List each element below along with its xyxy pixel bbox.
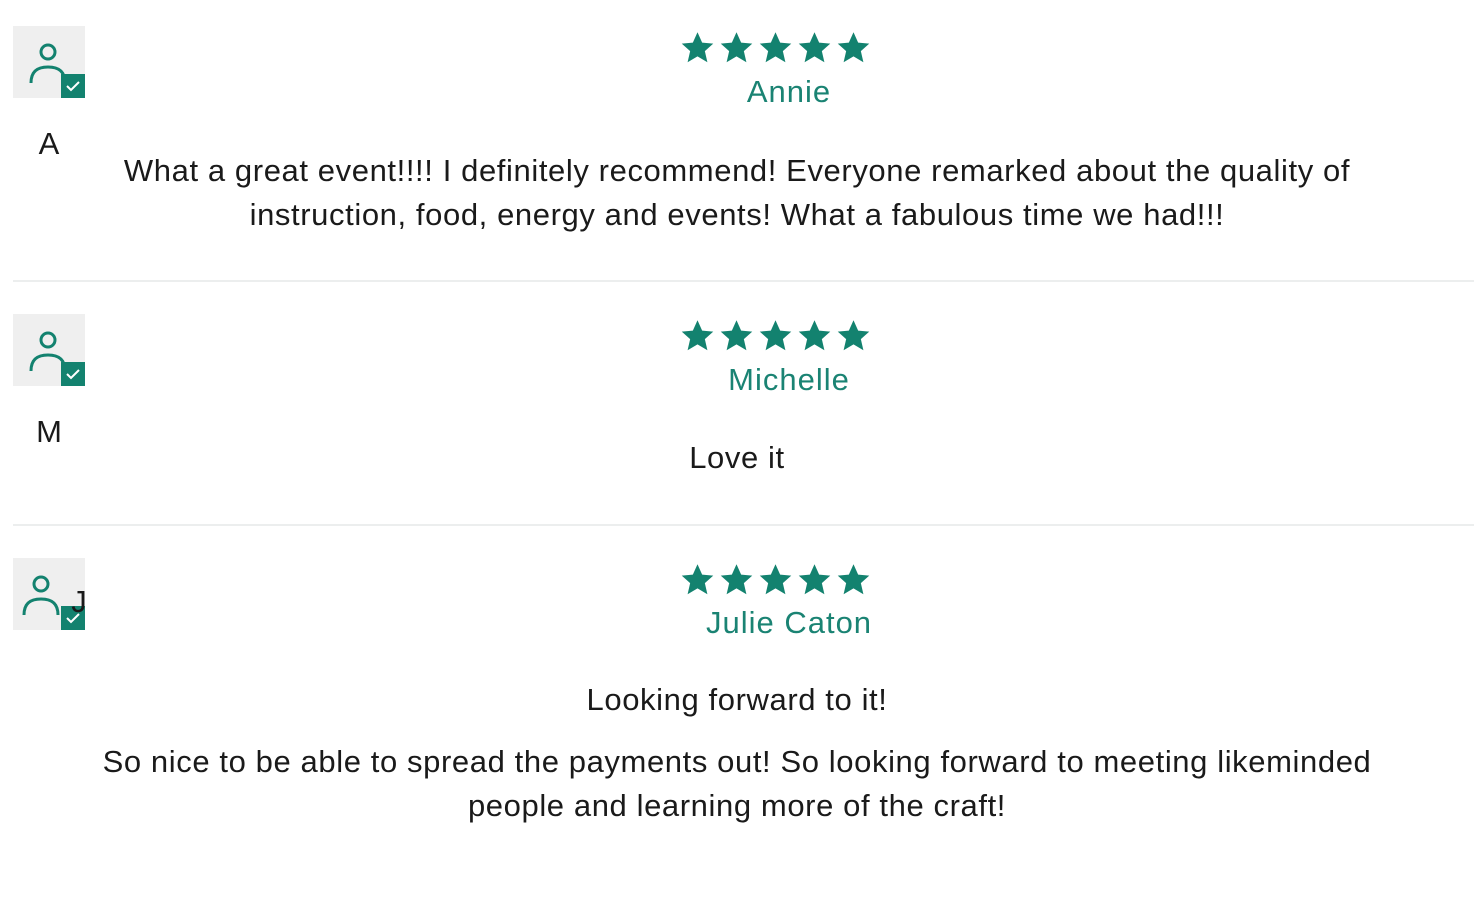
star-icon bbox=[837, 564, 870, 595]
review-divider bbox=[13, 524, 1474, 526]
star-icon bbox=[720, 320, 753, 351]
review-item: J Julie Caton Looking forward to it! So … bbox=[13, 558, 1474, 838]
star-icon bbox=[798, 564, 831, 595]
star-icon bbox=[681, 320, 714, 351]
reviewer-name: Michelle bbox=[728, 362, 850, 397]
star-icon bbox=[720, 564, 753, 595]
star-icon bbox=[759, 32, 792, 63]
reviewer-name: Julie Caton bbox=[705, 605, 873, 640]
star-rating bbox=[13, 30, 1474, 70]
star-rating bbox=[13, 318, 1474, 358]
star-icon bbox=[798, 320, 831, 351]
star-icon bbox=[759, 320, 792, 351]
review-body-line: people and learning more of the craft! bbox=[467, 788, 1007, 823]
star-icon bbox=[720, 32, 753, 63]
review-item: A Annie What a great event!!!! I definit… bbox=[13, 26, 1474, 256]
reviewer-name: Annie bbox=[746, 74, 832, 109]
reviews-list: A Annie What a great event!!!! I definit… bbox=[0, 0, 1474, 904]
review-body: What a great event!!!! I definitely reco… bbox=[0, 149, 1474, 237]
review-body-line: instruction, food, energy and events! Wh… bbox=[249, 197, 1225, 232]
review-title: Looking forward to it! bbox=[586, 682, 888, 717]
star-rating bbox=[13, 562, 1474, 602]
star-icon bbox=[837, 32, 870, 63]
review-divider bbox=[13, 280, 1474, 282]
review-item: M Michelle Love it bbox=[13, 314, 1474, 504]
star-icon bbox=[837, 320, 870, 351]
review-body-line: So nice to be able to spread the payment… bbox=[102, 744, 1372, 779]
review-body-line: Love it bbox=[689, 440, 785, 475]
star-icon bbox=[681, 564, 714, 595]
star-icon bbox=[798, 32, 831, 63]
star-icon bbox=[681, 32, 714, 63]
star-icon bbox=[759, 564, 792, 595]
review-body: Love it bbox=[0, 436, 1474, 480]
review-body: So nice to be able to spread the payment… bbox=[0, 740, 1474, 828]
review-body-line: What a great event!!!! I definitely reco… bbox=[123, 153, 1351, 188]
